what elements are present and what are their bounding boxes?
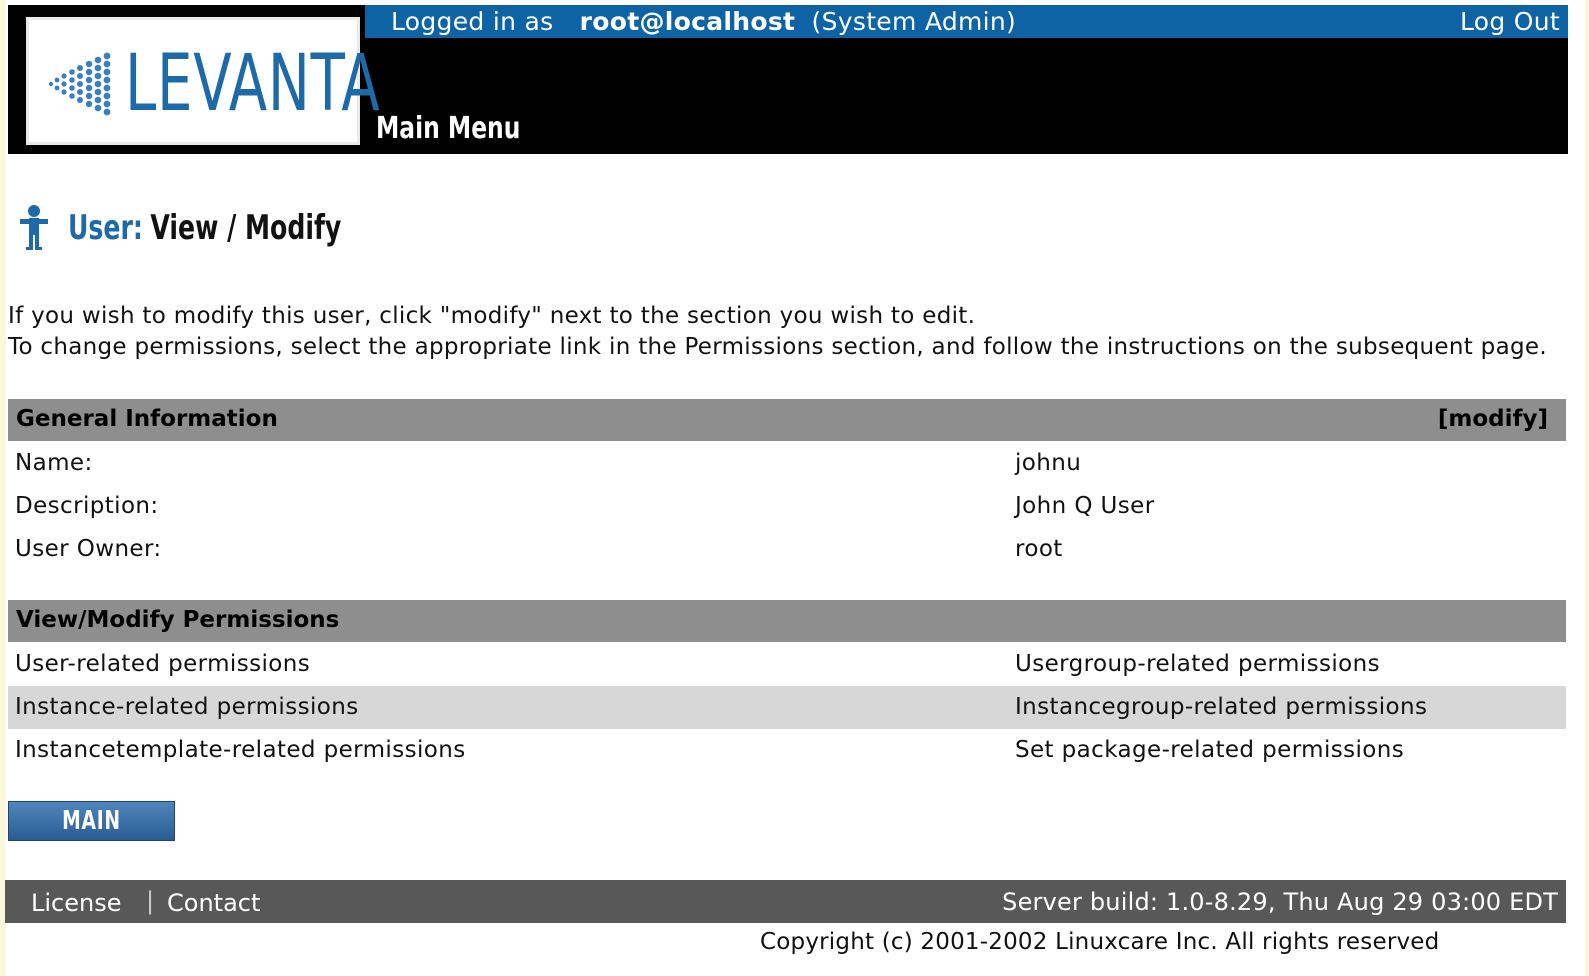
info-row-name: Name: johnu (8, 442, 1566, 485)
user-permissions-link[interactable]: User-related permissions (15, 651, 310, 677)
license-link[interactable]: License (31, 889, 121, 917)
info-label: User Owner: (15, 536, 162, 562)
info-value: John Q User (1015, 493, 1155, 519)
page-border-right (1585, 0, 1589, 976)
info-label: Name: (15, 450, 93, 476)
package-permissions-link[interactable]: Set package-related permissions (1015, 737, 1404, 763)
page-border-left (0, 0, 6, 976)
intro-line-2: To change permissions, select the approp… (8, 334, 1547, 360)
main-menu-button-label: MAIN MENU (58, 806, 125, 874)
contact-link[interactable]: Contact (167, 889, 260, 917)
logo: LEVANTA (26, 17, 380, 145)
page-title-main: View / Modify (150, 208, 342, 248)
info-value: johnu (1015, 450, 1082, 476)
info-row-owner: User Owner: root (8, 528, 1566, 571)
page-title-prefix: User: (68, 208, 143, 248)
header: LEVANTA Logged in as root@localhost (Sys… (8, 5, 1568, 154)
intro-text: If you wish to modify this user, click "… (8, 301, 1547, 363)
footer: License | Contact Server build: 1.0-8.29… (5, 880, 1566, 923)
logout-link[interactable]: Log Out (1460, 5, 1560, 38)
usergroup-permissions-link[interactable]: Usergroup-related permissions (1015, 651, 1380, 677)
footer-separator: | (146, 887, 155, 915)
permissions-row: Instancetemplate-related permissions Set… (8, 729, 1566, 772)
info-value: root (1015, 536, 1063, 562)
main-menu-button[interactable]: MAIN MENU (8, 801, 175, 874)
intro-line-1: If you wish to modify this user, click "… (8, 303, 976, 329)
permissions-title: View/Modify Permissions (16, 607, 340, 633)
logo-dots-icon (48, 52, 111, 116)
user-icon (20, 205, 48, 250)
permissions-row: Instance-related permissions Instancegro… (8, 686, 1566, 729)
permissions-header: View/Modify Permissions (8, 600, 1566, 642)
header-section-title: Main Menu (376, 111, 521, 146)
permissions-row: User-related permissions Usergroup-relat… (8, 643, 1566, 686)
info-label: Description: (15, 493, 159, 519)
copyright-text: Copyright (c) 2001-2002 Linuxcare Inc. A… (760, 929, 1440, 955)
top-bar: Logged in as root@localhost (System Admi… (365, 5, 1568, 38)
logged-in-label: Logged in as (391, 7, 554, 36)
instance-permissions-link[interactable]: Instance-related permissions (15, 694, 359, 720)
login-info: Logged in as root@localhost (System Admi… (391, 5, 1016, 38)
general-info-title: General Information (16, 406, 278, 432)
instancetemplate-permissions-link[interactable]: Instancetemplate-related permissions (15, 737, 466, 763)
logo-text: LEVANTA (125, 39, 381, 129)
current-user: root@localhost (579, 7, 796, 36)
user-role: (System Admin) (811, 7, 1017, 36)
modify-general-link[interactable]: [modify] (1438, 406, 1548, 432)
general-info-header: General Information [modify] (8, 399, 1566, 441)
server-build-info: Server build: 1.0-8.29, Thu Aug 29 03:00… (1002, 888, 1558, 916)
info-row-description: Description: John Q User (8, 485, 1566, 528)
instancegroup-permissions-link[interactable]: Instancegroup-related permissions (1015, 694, 1427, 720)
